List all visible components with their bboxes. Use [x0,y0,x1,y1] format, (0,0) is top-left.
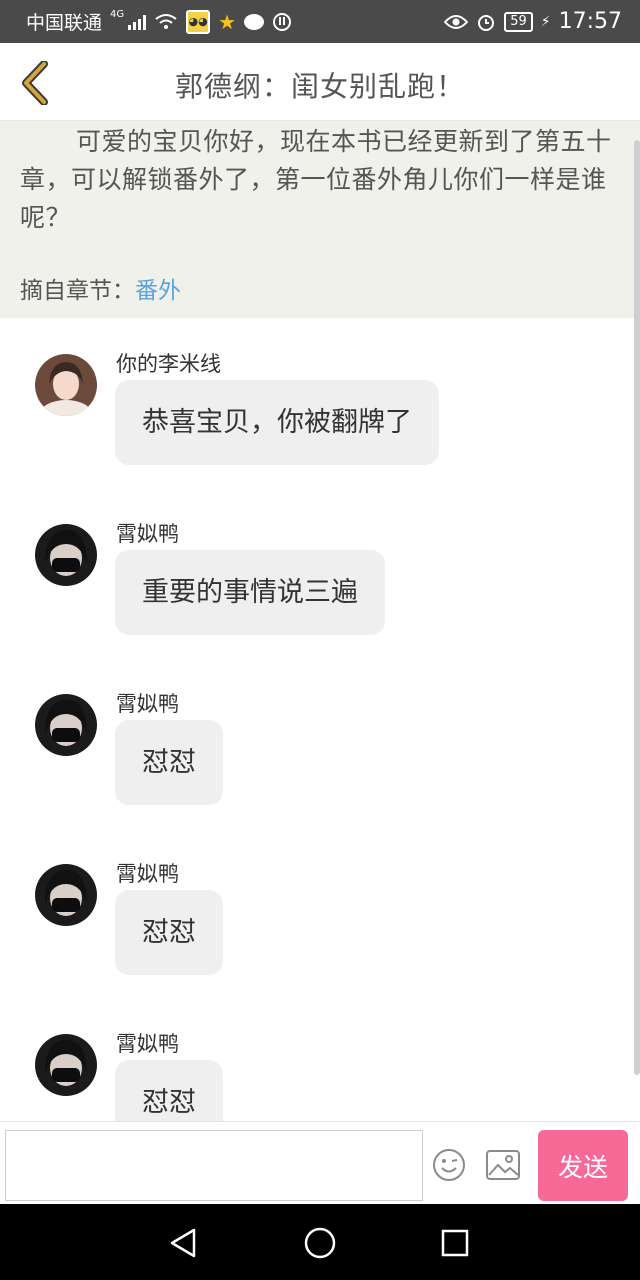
scrollbar[interactable] [634,140,640,1075]
masked-avatar-icon [35,524,97,586]
sender-avatar[interactable] [35,864,97,926]
nav-home-button[interactable] [303,1226,337,1260]
wifi-icon [155,13,177,29]
excerpt-text: 可爱的宝贝你好，现在本书已经更新到了第五十章，可以解锁番外了，第一位番外角儿你们… [20,127,612,232]
message-input[interactable] [5,1130,423,1201]
masked-avatar-icon [35,694,97,756]
signal-icon [128,14,147,30]
excerpt-source: 摘自章节：番外 [20,271,181,305]
excerpt-panel: 可爱的宝贝你好，现在本书已经更新到了第五十章，可以解锁番外了，第一位番外角儿你们… [0,121,640,318]
message-bubble[interactable]: 恭喜宝贝，你被翻牌了 [115,380,439,465]
message-bubble[interactable]: 怼怼 [115,720,223,805]
smiley-icon [433,1149,465,1181]
message-bubble[interactable]: 怼怼 [115,1060,223,1121]
image-icon [486,1150,520,1180]
input-bar: 发送 [0,1121,640,1204]
clock: 17:57 [558,9,622,34]
square-recents-icon [441,1229,469,1257]
message-bubble[interactable]: 怼怼 [115,890,223,975]
nav-back-button[interactable] [166,1226,200,1260]
status-bar-right: 59 ⚡ 17:57 [444,9,622,34]
status-bar: 中国联通 4G ◕◕ ★ 59 ⚡ 17:57 [0,0,640,43]
send-button[interactable]: 发送 [538,1130,628,1201]
charging-icon: ⚡ [540,13,551,30]
carrier-label: 中国联通 [26,12,103,34]
sender-avatar[interactable] [35,1034,97,1096]
message-list[interactable]: 你的李米线 恭喜宝贝，你被翻牌了 霄姒鸭 重要的事情说三遍 霄姒鸭 怼怼 霄姒鸭… [0,318,632,1121]
star-icon: ★ [218,9,237,34]
alarm-icon [478,14,495,31]
chapter-link[interactable]: 番外 [135,278,181,304]
emoji-button[interactable] [432,1148,466,1182]
girl-avatar-icon [35,354,97,416]
eye-icon [444,14,469,29]
sender-name: 霄姒鸭 [116,522,179,546]
nav-recents-button[interactable] [438,1226,472,1260]
sender-avatar[interactable] [35,354,97,416]
sender-name: 霄姒鸭 [116,692,179,716]
sender-name: 你的李米线 [116,352,221,376]
circle-home-icon [304,1227,336,1259]
app-notification-icon: ◕◕ [186,9,211,34]
app-header: 郭德纲：闺女别乱跑！ [0,43,640,121]
status-bar-left: 中国联通 4G ◕◕ ★ [26,8,292,35]
sender-name: 霄姒鸭 [116,1032,179,1056]
battery-indicator: 59 [504,11,533,32]
network-type: 4G [110,9,125,20]
chat-bubble-icon [244,13,265,30]
message-bubble[interactable]: 重要的事情说三遍 [115,550,385,635]
source-label: 摘自章节： [20,278,135,304]
system-nav-bar [0,1204,640,1280]
sender-avatar[interactable] [35,524,97,586]
hand-icon [273,12,292,31]
masked-avatar-icon [35,1034,97,1096]
masked-avatar-icon [35,864,97,926]
page-title: 郭德纲：闺女别乱跑！ [174,70,465,103]
sender-name: 霄姒鸭 [116,862,179,886]
sender-avatar[interactable] [35,694,97,756]
triangle-back-icon [170,1228,196,1258]
image-button[interactable] [485,1149,521,1181]
